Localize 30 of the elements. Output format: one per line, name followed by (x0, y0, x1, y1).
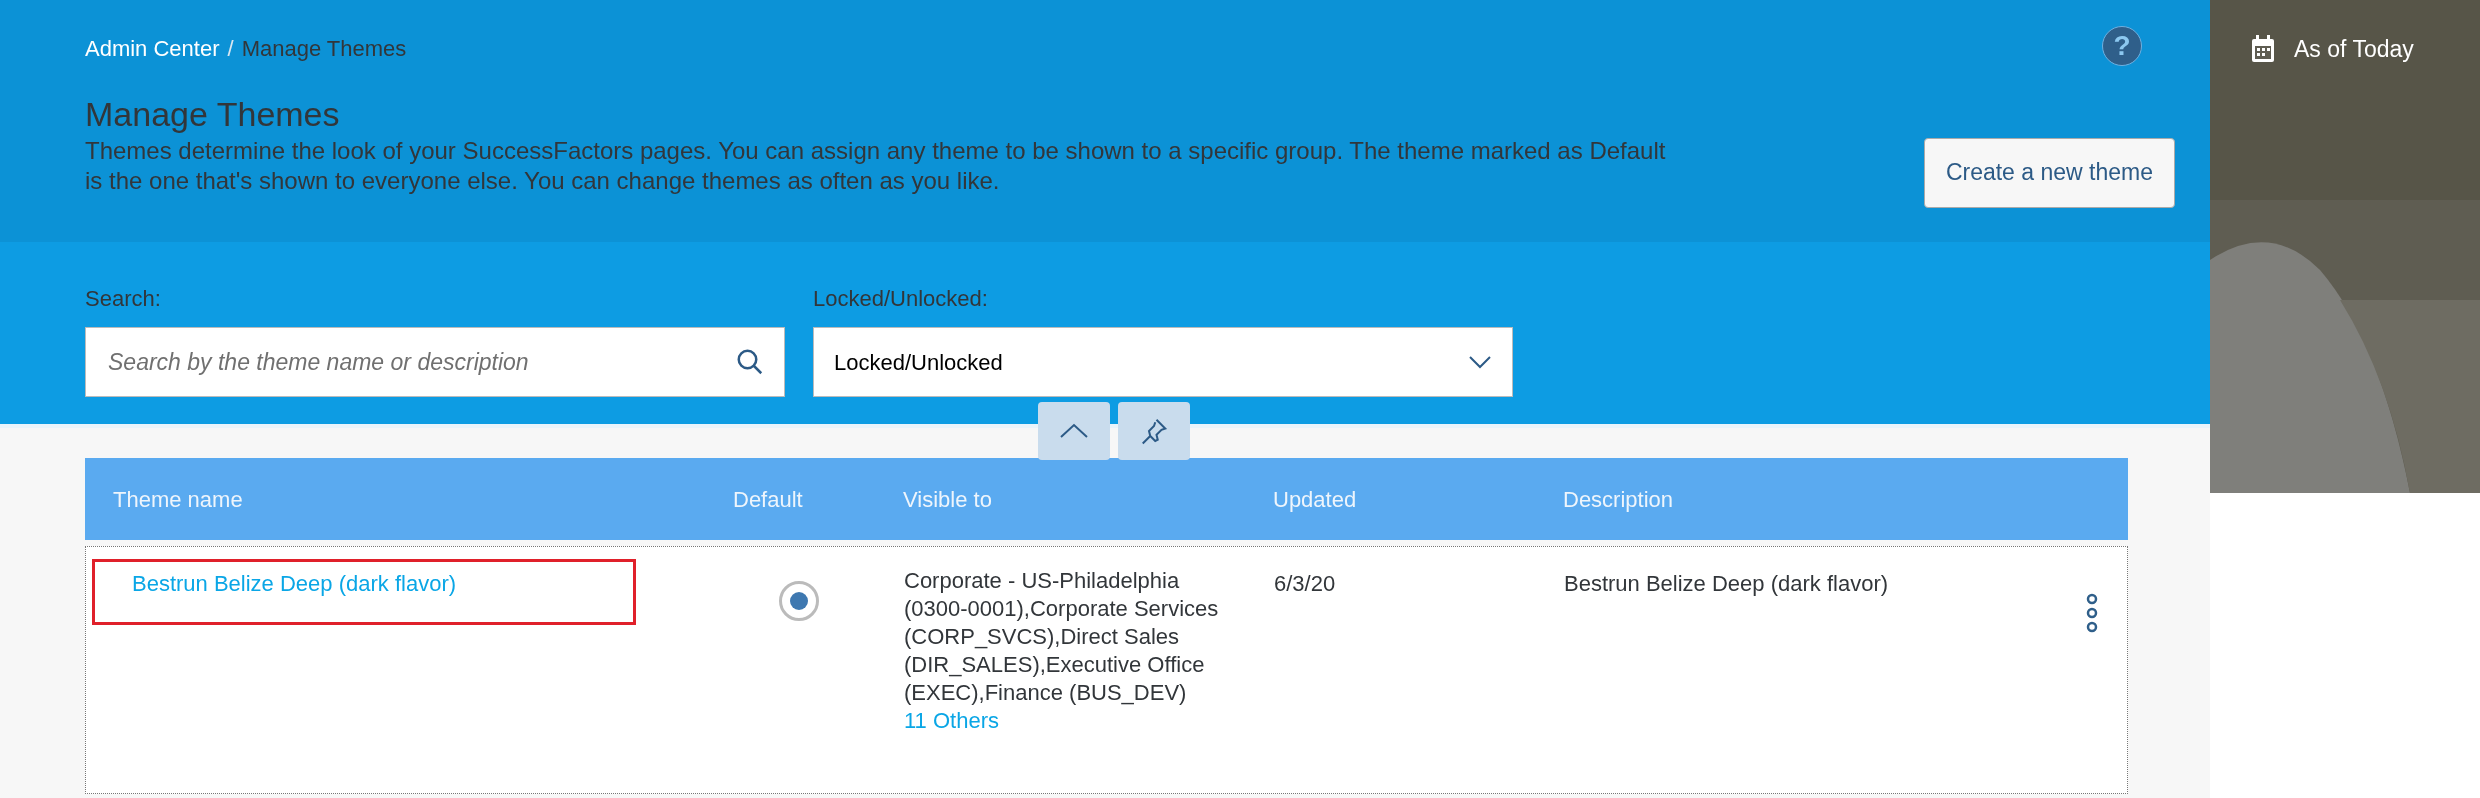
search-icon[interactable] (735, 347, 765, 377)
page-description: Themes determine the look of your SuccessFactors pages. You can assign any theme to be shown to a specific group. The theme marked as Default is the one that's shown to everyone else. You can change themes as often as you like. (85, 135, 1667, 196)
updated-date: 6/3/20 (1274, 571, 1336, 596)
column-header[interactable]: Description (1563, 486, 1674, 512)
others-link[interactable]: 11 Others (904, 707, 999, 735)
column-header[interactable]: Theme name (113, 486, 243, 512)
breadcrumb-current: Manage Themes (241, 35, 407, 63)
pin-icon (1139, 416, 1169, 446)
create-theme-button[interactable]: Create a new theme (1923, 137, 2175, 208)
column-header[interactable]: Updated (1273, 486, 1357, 512)
page-title: Manage Themes (85, 94, 341, 135)
theme-description: Bestrun Belize Deep (dark flavor) (1564, 571, 1889, 596)
breadcrumb-link[interactable]: Admin Center (85, 32, 220, 65)
chevron-up-icon (1059, 423, 1089, 439)
column-header[interactable]: Default (733, 486, 803, 512)
more-options-icon[interactable] (2085, 593, 2099, 633)
breadcrumb-separator: / (227, 35, 234, 63)
help-icon[interactable]: ? (2102, 26, 2142, 66)
default-radio[interactable] (779, 581, 819, 621)
date-label[interactable]: As of Today (2294, 32, 2414, 67)
column-header[interactable]: Visible to (903, 486, 992, 512)
pin-button[interactable] (1118, 402, 1190, 460)
chevron-down-icon (1468, 355, 1492, 369)
search-label: Search: (85, 285, 162, 313)
visible-to-text: Corporate - US-Philadelphia (0300-0001),Corporate Services (CORP_SVCS),Direct Sales (DIR_SALES),Executive Office (EXEC),Finance (BUS_DEV) (904, 567, 1220, 707)
lock-dropdown[interactable]: Locked/Unlocked (813, 327, 1513, 397)
calendar-icon[interactable] (2250, 35, 2276, 64)
lock-filter-label: Locked/Unlocked: (813, 285, 989, 313)
search-field[interactable]: Search by the theme name or description (85, 327, 785, 397)
theme-link[interactable]: Bestrun Belize Deep (dark flavor) (114, 571, 457, 596)
